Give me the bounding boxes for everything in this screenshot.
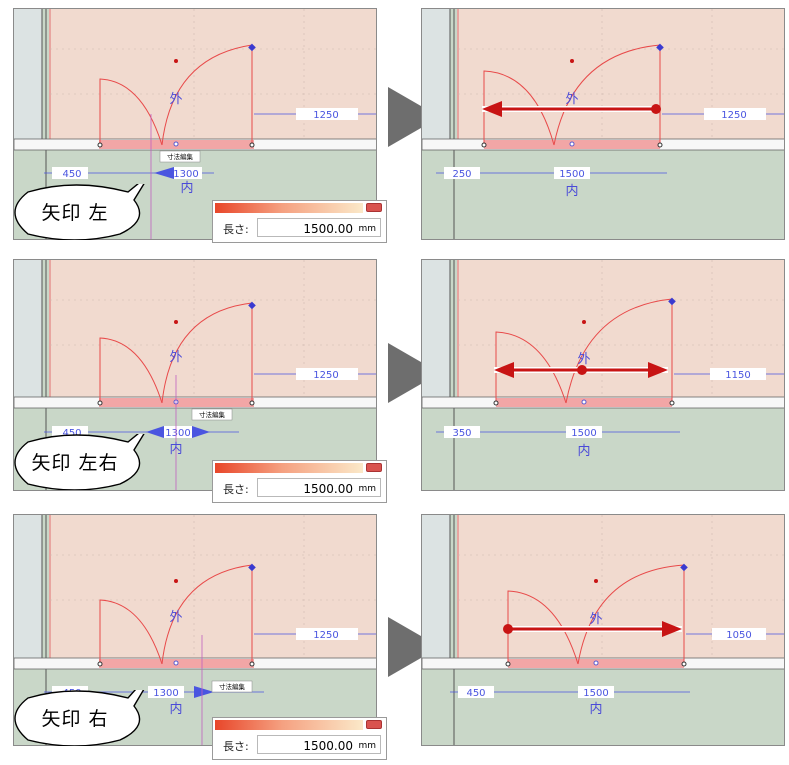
after-panel-row2: ◆ 外 1150 350 1500 内 xyxy=(421,259,785,491)
length-input[interactable]: 1500.00 mm xyxy=(257,218,381,237)
dim-left-label: 250 xyxy=(452,169,471,180)
dim-right-label: 1250 xyxy=(721,110,746,121)
length-unit: mm xyxy=(358,741,376,751)
length-dialog: 長さ: 1500.00 mm xyxy=(212,460,387,503)
length-value: 1500.00 xyxy=(303,739,353,753)
length-unit: mm xyxy=(358,224,376,234)
zone-out-label: 外 xyxy=(577,352,590,367)
dim-center-label: 1500 xyxy=(559,169,584,180)
dialog-titlebar xyxy=(215,463,363,473)
dim-right-label: 1050 xyxy=(726,630,751,641)
zone-out-label: 外 xyxy=(169,350,182,365)
svg-text:◆: ◆ xyxy=(656,42,664,53)
dim-left-label: 450 xyxy=(466,688,485,699)
zone-in-label: 内 xyxy=(169,441,182,457)
after-panel-row1: ◆ 外 1250 250 1500 内 xyxy=(421,8,785,240)
length-input[interactable]: 1500.00 mm xyxy=(257,735,381,754)
zone-out-label: 外 xyxy=(169,610,182,625)
callout-label: 矢印 左右 xyxy=(31,452,119,474)
length-unit: mm xyxy=(358,484,376,494)
dim-left-label: 350 xyxy=(452,428,471,439)
length-value: 1500.00 xyxy=(303,482,353,496)
dim-center-label: 1500 xyxy=(571,428,596,439)
length-label: 長さ: xyxy=(223,740,249,753)
cad-drawing: ◆ 外 1050 450 1500 内 xyxy=(422,515,784,745)
dimension-edit-tag[interactable]: 寸法編集 xyxy=(199,410,226,419)
zone-out-label: 外 xyxy=(169,92,182,107)
callout-row1: 矢印 左 xyxy=(10,173,170,241)
zone-out-label: 外 xyxy=(565,92,578,107)
dimension-edit-tag[interactable]: 寸法編集 xyxy=(219,682,246,691)
zone-in-label: 内 xyxy=(577,443,590,459)
length-label: 長さ: xyxy=(223,223,249,236)
close-icon[interactable] xyxy=(366,203,382,212)
svg-text:◆: ◆ xyxy=(248,300,256,311)
dim-right-label: 1250 xyxy=(313,630,338,641)
callout-label: 矢印 右 xyxy=(41,708,109,730)
zone-in-label: 内 xyxy=(589,701,602,717)
dim-right-label: 1250 xyxy=(313,110,338,121)
zone-in-label: 内 xyxy=(565,183,578,199)
svg-text:◆: ◆ xyxy=(248,562,256,573)
cad-drawing: ◆ 外 1250 250 1500 内 xyxy=(422,9,784,239)
after-panel-row3: ◆ 外 1050 450 1500 内 xyxy=(421,514,785,746)
length-dialog: 長さ: 1500.00 mm xyxy=(212,717,387,760)
close-icon[interactable] xyxy=(366,463,382,472)
length-label: 長さ: xyxy=(223,483,249,496)
zone-in-label: 内 xyxy=(169,701,182,717)
length-dialog: 長さ: 1500.00 mm xyxy=(212,200,387,243)
cad-drawing: ◆ 外 1150 350 1500 内 xyxy=(422,260,784,490)
close-icon[interactable] xyxy=(366,720,382,729)
dim-right-label: 1250 xyxy=(313,370,338,381)
dialog-titlebar xyxy=(215,203,363,213)
svg-text:◆: ◆ xyxy=(680,562,688,573)
zone-in-label: 内 xyxy=(180,180,193,196)
dimension-edit-tag[interactable]: 寸法編集 xyxy=(167,152,194,161)
dim-right-label: 1150 xyxy=(725,370,750,381)
dim-center-label: 1500 xyxy=(583,688,608,699)
dim-center-label[interactable]: 1300 xyxy=(173,169,198,180)
callout-row3: 矢印 右 xyxy=(10,661,170,747)
length-value: 1500.00 xyxy=(303,222,353,236)
svg-text:◆: ◆ xyxy=(668,296,676,307)
dialog-titlebar xyxy=(215,720,363,730)
callout-row2: 矢印 左右 xyxy=(10,423,170,491)
svg-text:◆: ◆ xyxy=(248,42,256,53)
callout-label: 矢印 左 xyxy=(41,202,109,224)
dim-left-label: 450 xyxy=(62,169,81,180)
length-input[interactable]: 1500.00 mm xyxy=(257,478,381,497)
zone-out-label: 外 xyxy=(589,612,602,627)
